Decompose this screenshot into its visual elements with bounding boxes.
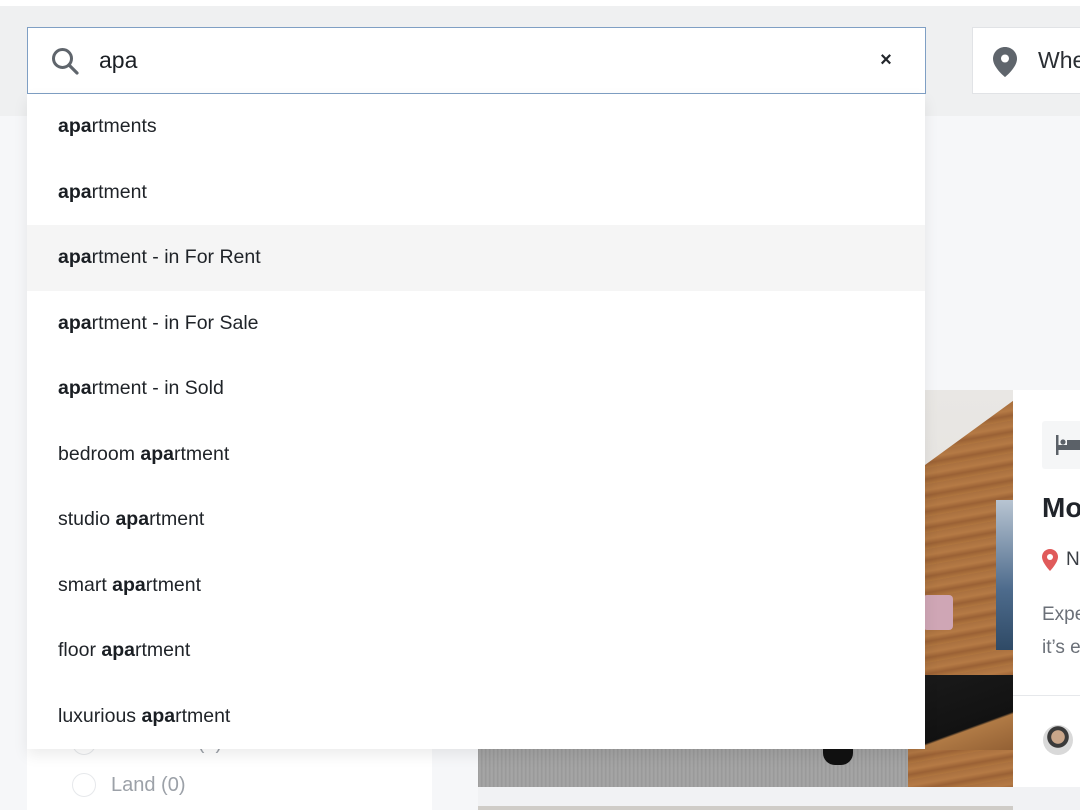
clear-search-button[interactable]: ×: [875, 48, 897, 72]
suggestion-match: apa: [58, 180, 92, 203]
suggestion-match: apa: [101, 639, 135, 662]
suggestion-suffix: rtment: [134, 639, 191, 662]
image-pillow: [923, 595, 953, 630]
search-icon: [52, 48, 79, 75]
radio-button[interactable]: [72, 773, 96, 797]
suggestion-suffix: rtment: [174, 442, 230, 465]
autocomplete-suggestion[interactable]: floor apa rtment: [27, 618, 925, 684]
suggestion-prefix: studio: [58, 508, 116, 531]
suggestion-match: apa: [115, 508, 150, 531]
autocomplete-suggestion[interactable]: luxurious apa rtment: [27, 684, 925, 750]
suggestion-prefix: bedroom: [58, 442, 141, 465]
suggestion-suffix: rtment - in For Sale: [91, 311, 259, 334]
suggestion-suffix: rtment: [91, 180, 147, 203]
suggestion-match: apa: [141, 704, 176, 727]
autocomplete-suggestion[interactable]: apa rtment - in For Rent: [27, 225, 925, 291]
suggestion-suffix: rtment: [149, 508, 205, 531]
suggestion-suffix: rtment - in For Rent: [91, 246, 261, 269]
autocomplete-suggestion[interactable]: apa rtments: [27, 94, 925, 160]
suggestion-match: apa: [140, 442, 174, 465]
location-pin-icon: [1042, 549, 1058, 571]
filter-label: Land (0): [111, 773, 186, 796]
search-input[interactable]: [99, 47, 799, 74]
autocomplete-suggestion[interactable]: apa rtment - in Sold: [27, 356, 925, 422]
suggestion-suffix: rtment: [145, 573, 202, 596]
listing-title[interactable]: Mo: [1042, 492, 1080, 524]
location-placeholder: Whe: [1038, 47, 1080, 73]
suggestion-suffix: rtment: [175, 704, 231, 727]
autocomplete-suggestion[interactable]: apa rtment: [27, 160, 925, 226]
suggestion-prefix: floor: [58, 639, 102, 662]
suggestion-match: apa: [58, 377, 92, 400]
autocomplete-suggestion[interactable]: bedroom apa rtment: [27, 422, 925, 488]
filter-option-land[interactable]: Land (0): [72, 773, 186, 797]
suggestion-match: apa: [58, 246, 92, 269]
image-bench: [918, 675, 1013, 750]
suggestion-prefix: smart: [58, 573, 113, 596]
description-line: it’s e: [1042, 637, 1080, 658]
card-divider: [1013, 695, 1080, 696]
agent-avatar[interactable]: [1043, 725, 1073, 755]
bed-icon: [1056, 435, 1080, 455]
suggestion-match: apa: [58, 115, 92, 138]
autocomplete-suggestion[interactable]: apa rtment - in For Sale: [27, 291, 925, 357]
suggestion-suffix: rtments: [91, 115, 157, 138]
image-frame: [996, 500, 1013, 650]
listing-location: N: [1066, 549, 1080, 570]
keyword-search-field[interactable]: ×: [27, 27, 926, 94]
location-search-field[interactable]: Whe: [972, 27, 1080, 94]
suggestion-match: apa: [112, 573, 146, 596]
suggestion-match: apa: [58, 311, 92, 334]
suggestion-prefix: luxurious: [58, 704, 142, 727]
description-line: Expe: [1042, 604, 1080, 625]
suggestion-suffix: rtment - in Sold: [91, 377, 224, 400]
listing-description: Expe it’s e: [1042, 598, 1080, 664]
autocomplete-dropdown: apa rtments apa rtment apa rtment - in For Re…: [27, 94, 925, 749]
property-type-badge: [1042, 421, 1080, 469]
next-card-edge: [478, 806, 1013, 810]
map-pin-icon: [993, 47, 1017, 77]
listing-card-body: Mo N Expe it’s e: [1013, 390, 1080, 787]
autocomplete-suggestion[interactable]: smart apa rtment: [27, 553, 925, 619]
autocomplete-suggestion[interactable]: studio apa rtment: [27, 487, 925, 553]
